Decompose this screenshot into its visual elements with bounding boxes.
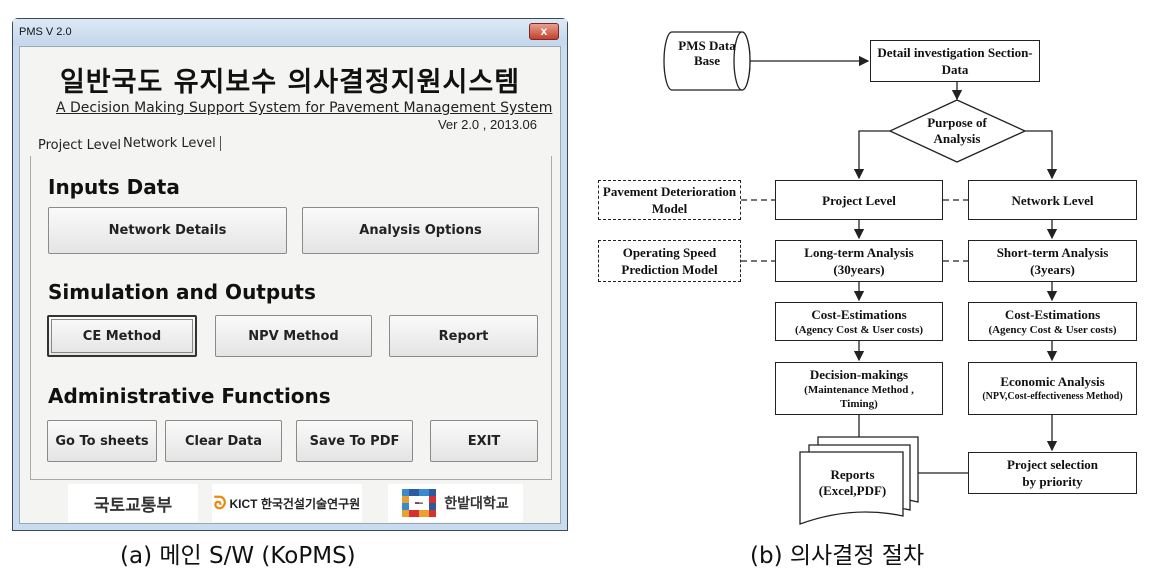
decision-makings-box: Decision-makings (Maintenance Method , Ti…	[775, 362, 943, 415]
arrow-to-project	[853, 130, 890, 180]
reports-label: Reports (Excel,PDF)	[818, 467, 887, 498]
cost-estimation-left-box: Cost-Estimations (Agency Cost & User cost…	[775, 302, 943, 341]
pms-database: PMS Data Base	[678, 38, 736, 68]
short-term-analysis-box: Short-term Analysis (3years)	[968, 240, 1137, 282]
arrow-to-network	[1025, 130, 1058, 180]
detail-investigation-box: Detail investigation Section-Data	[870, 40, 1040, 82]
cost-estimation-right-box: Cost-Estimations (Agency Cost & User cost…	[968, 302, 1137, 341]
network-level-box: Network Level	[968, 180, 1137, 220]
operating-speed-model: Operating Speed Prediction Model	[598, 240, 741, 282]
pavement-deterioration-model: Pavement Deterioration Model	[598, 180, 741, 220]
economic-analysis-box: Economic Analysis (NPV,Cost-effectiveness…	[968, 362, 1137, 415]
purpose-of-analysis: Purpose of Analysis	[927, 115, 987, 146]
long-term-analysis-box: Long-term Analysis (30years)	[775, 240, 943, 282]
project-selection-box: Project selection by priority	[968, 452, 1137, 494]
project-level-box: Project Level	[775, 180, 943, 220]
